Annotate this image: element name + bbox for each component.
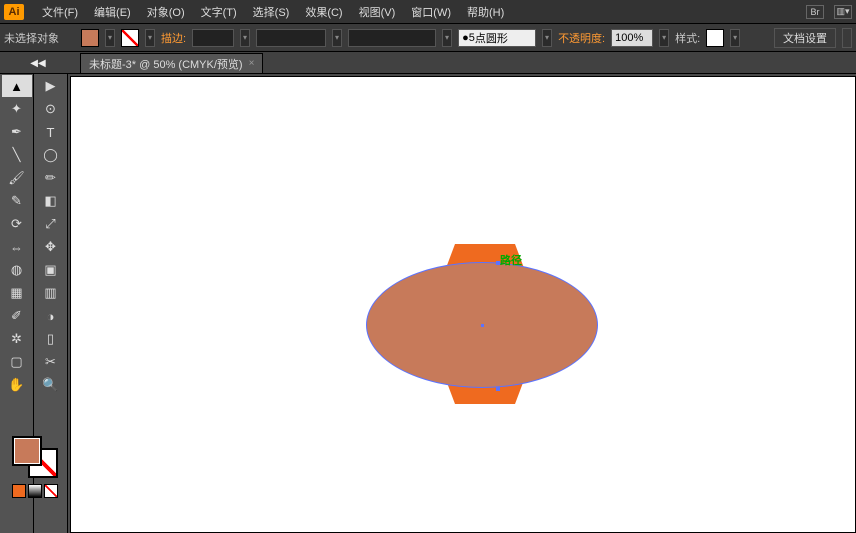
brush-field[interactable]: [348, 29, 436, 47]
menu-bar: Ai 文件(F) 编辑(E) 对象(O) 文字(T) 选择(S) 效果(C) 视…: [0, 0, 856, 24]
tool-direct-selection[interactable]: ▶: [36, 75, 66, 97]
opacity-label: 不透明度:: [558, 30, 605, 46]
selection-status: 未选择对象: [4, 30, 59, 46]
fill-swatch-dropdown[interactable]: ▾: [105, 29, 115, 47]
tool-eraser[interactable]: ◧: [36, 190, 66, 212]
tool-paintbrush[interactable]: 🖌: [2, 167, 32, 189]
tool-lasso[interactable]: ⊙: [36, 98, 66, 120]
color-mode-gradient[interactable]: [28, 484, 42, 498]
tool-ellipse[interactable]: ◯: [36, 144, 66, 166]
tool-pen[interactable]: ✒: [2, 121, 32, 143]
close-tab-icon[interactable]: ×: [249, 58, 255, 69]
stroke-weight-dropdown[interactable]: ▾: [240, 29, 250, 47]
stroke-label: 描边:: [161, 30, 186, 46]
document-setup-button[interactable]: 文档设置: [774, 28, 836, 48]
stroke-swatch-dropdown[interactable]: ▾: [145, 29, 155, 47]
menu-help[interactable]: 帮助(H): [459, 4, 512, 20]
app-logo: Ai: [4, 4, 24, 20]
opacity-dropdown[interactable]: ▾: [659, 29, 669, 47]
document-tab[interactable]: 未标题-3* @ 50% (CMYK/预览) ×: [80, 53, 263, 73]
more-options-button[interactable]: [842, 28, 852, 48]
tool-artboard[interactable]: ▢: [2, 351, 32, 373]
menu-view[interactable]: 视图(V): [351, 4, 404, 20]
color-mode-none[interactable]: [44, 484, 58, 498]
tool-hand[interactable]: ✋: [2, 374, 32, 396]
fill-color-swatch[interactable]: [12, 436, 42, 466]
brush-definition-field[interactable]: ● 5 点圆形: [458, 29, 536, 47]
tool-zoom[interactable]: 🔍: [36, 374, 66, 396]
menu-type[interactable]: 文字(T): [193, 4, 245, 20]
workspace-switcher[interactable]: ▥▾: [834, 5, 852, 19]
tool-line[interactable]: ╲: [2, 144, 32, 166]
tool-blob-brush[interactable]: ✎: [2, 190, 32, 212]
tool-free-transform[interactable]: ✥: [36, 236, 66, 258]
tool-rotate[interactable]: ⟳: [2, 213, 32, 235]
tool-perspective[interactable]: ▣: [36, 259, 66, 281]
stroke-profile-dropdown[interactable]: ▾: [332, 29, 342, 47]
anchor-point-bottom[interactable]: [496, 387, 500, 391]
path-label: 路径: [500, 252, 522, 268]
menu-select[interactable]: 选择(S): [245, 4, 298, 20]
tool-eyedropper[interactable]: ✐: [2, 305, 32, 327]
style-label: 样式:: [675, 30, 700, 46]
tool-graph[interactable]: ▯: [36, 328, 66, 350]
menu-effect[interactable]: 效果(C): [297, 4, 350, 20]
tool-magic-wand[interactable]: ✦: [2, 98, 32, 120]
menu-edit[interactable]: 编辑(E): [86, 4, 139, 20]
opacity-field[interactable]: 100%: [611, 29, 653, 47]
tool-slice[interactable]: ✂: [36, 351, 66, 373]
tool-width[interactable]: ⇔: [2, 236, 32, 258]
document-tab-title: 未标题-3* @ 50% (CMYK/预览): [89, 56, 243, 72]
tool-type[interactable]: T: [36, 121, 66, 143]
brush-dropdown[interactable]: ▾: [442, 29, 452, 47]
color-mode-solid[interactable]: [12, 484, 26, 498]
menu-file[interactable]: 文件(F): [34, 4, 86, 20]
bridge-button[interactable]: Br: [806, 5, 824, 19]
tool-mesh[interactable]: ▦: [2, 282, 32, 304]
menu-window[interactable]: 窗口(W): [403, 4, 459, 20]
brush-definition-dropdown[interactable]: ▾: [542, 29, 552, 47]
tool-pencil[interactable]: ✏: [36, 167, 66, 189]
artboard[interactable]: 路径: [70, 76, 856, 533]
tool-selection[interactable]: ▲: [2, 75, 32, 97]
tool-symbol-sprayer[interactable]: ✲: [2, 328, 32, 350]
canvas-area[interactable]: 路径: [68, 74, 856, 533]
main-area: ▲ ✦ ✒ ╲ 🖌 ✎ ⟳ ⇔ ◍ ▦ ✐ ✲ ▢ ✋ ▶ ⊙ T ◯ ✏ ◧ …: [0, 74, 856, 533]
menu-object[interactable]: 对象(O): [139, 4, 193, 20]
stroke-swatch[interactable]: [121, 29, 139, 47]
panel-collapse-toggle[interactable]: ◀◀: [0, 52, 76, 74]
stroke-profile-field[interactable]: [256, 29, 326, 47]
ellipse-center: [481, 324, 484, 327]
tool-shape-builder[interactable]: ◍: [2, 259, 32, 281]
document-tab-bar: ◀◀ 未标题-3* @ 50% (CMYK/预览) ×: [0, 52, 856, 74]
stroke-weight-field[interactable]: [192, 29, 234, 47]
fill-stroke-indicator[interactable]: [12, 436, 58, 478]
fill-swatch[interactable]: [81, 29, 99, 47]
tool-blend[interactable]: ◑: [36, 305, 66, 327]
graphic-style-dropdown[interactable]: ▾: [730, 29, 740, 47]
control-bar: 未选择对象 ▾ ▾ 描边: ▾ ▾ ▾ ● 5 点圆形 ▾ 不透明度: 100%…: [0, 24, 856, 52]
graphic-style-swatch[interactable]: [706, 29, 724, 47]
color-panel: [2, 430, 68, 498]
tool-gradient[interactable]: ▥: [36, 282, 66, 304]
tool-scale[interactable]: ⤢: [36, 213, 66, 235]
